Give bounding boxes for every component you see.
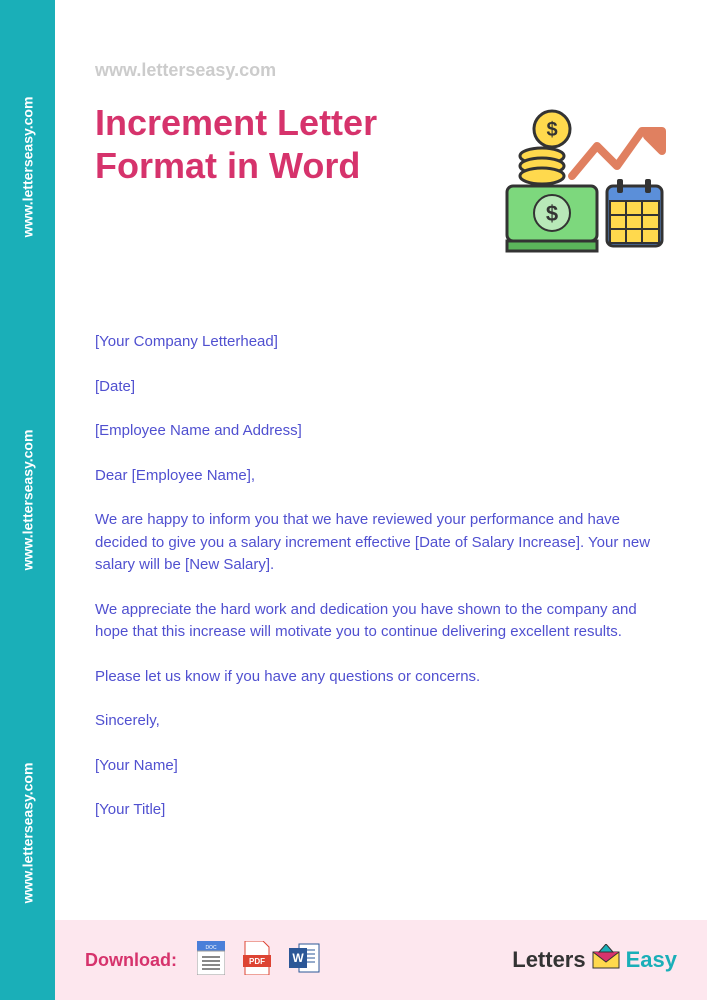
paragraph-2: We appreciate the hard work and dedicati… xyxy=(95,599,667,644)
envelope-icon xyxy=(591,944,621,976)
sidebar-watermark-2: www.letterseasy.com xyxy=(20,430,36,571)
svg-text:$: $ xyxy=(546,119,557,141)
logo-text-1: Letters xyxy=(512,947,585,973)
closing-line: Sincerely, xyxy=(95,710,667,733)
download-label: Download: xyxy=(85,950,177,971)
doc-icon[interactable]: DOC xyxy=(197,941,225,980)
letterhead-line: [Your Company Letterhead] xyxy=(95,331,667,354)
svg-text:$: $ xyxy=(546,201,558,226)
svg-text:PDF: PDF xyxy=(249,957,265,966)
svg-text:W: W xyxy=(292,951,304,965)
footer: Download: DOC PDF xyxy=(55,920,707,1000)
pdf-icon[interactable]: PDF xyxy=(243,941,271,980)
paragraph-3: Please let us know if you have any quest… xyxy=(95,666,667,689)
word-icon[interactable]: W xyxy=(289,942,321,979)
svg-text:DOC: DOC xyxy=(205,945,217,951)
date-line: [Date] xyxy=(95,376,667,399)
your-title-line: [Your Title] xyxy=(95,799,667,822)
sidebar-watermark-1: www.letterseasy.com xyxy=(20,96,36,237)
download-icons: DOC PDF W xyxy=(197,941,321,980)
website-url: www.letterseasy.com xyxy=(95,60,667,81)
sidebar-watermark-3: www.letterseasy.com xyxy=(20,763,36,904)
logo-text-2: Easy xyxy=(626,947,677,973)
header-row: Increment Letter Format in Word $ $ xyxy=(95,101,667,271)
finance-growth-icon: $ $ xyxy=(467,101,667,271)
employee-line: [Employee Name and Address] xyxy=(95,420,667,443)
brand-logo: Letters Easy xyxy=(512,944,677,976)
sidebar: www.letterseasy.com www.letterseasy.com … xyxy=(0,0,55,1000)
content-area: www.letterseasy.com Increment Letter For… xyxy=(55,0,707,880)
salutation-line: Dear [Employee Name], xyxy=(95,465,667,488)
page-title: Increment Letter Format in Word xyxy=(95,101,415,187)
your-name-line: [Your Name] xyxy=(95,755,667,778)
paragraph-1: We are happy to inform you that we have … xyxy=(95,509,667,577)
letter-body: [Your Company Letterhead] [Date] [Employ… xyxy=(95,331,667,822)
